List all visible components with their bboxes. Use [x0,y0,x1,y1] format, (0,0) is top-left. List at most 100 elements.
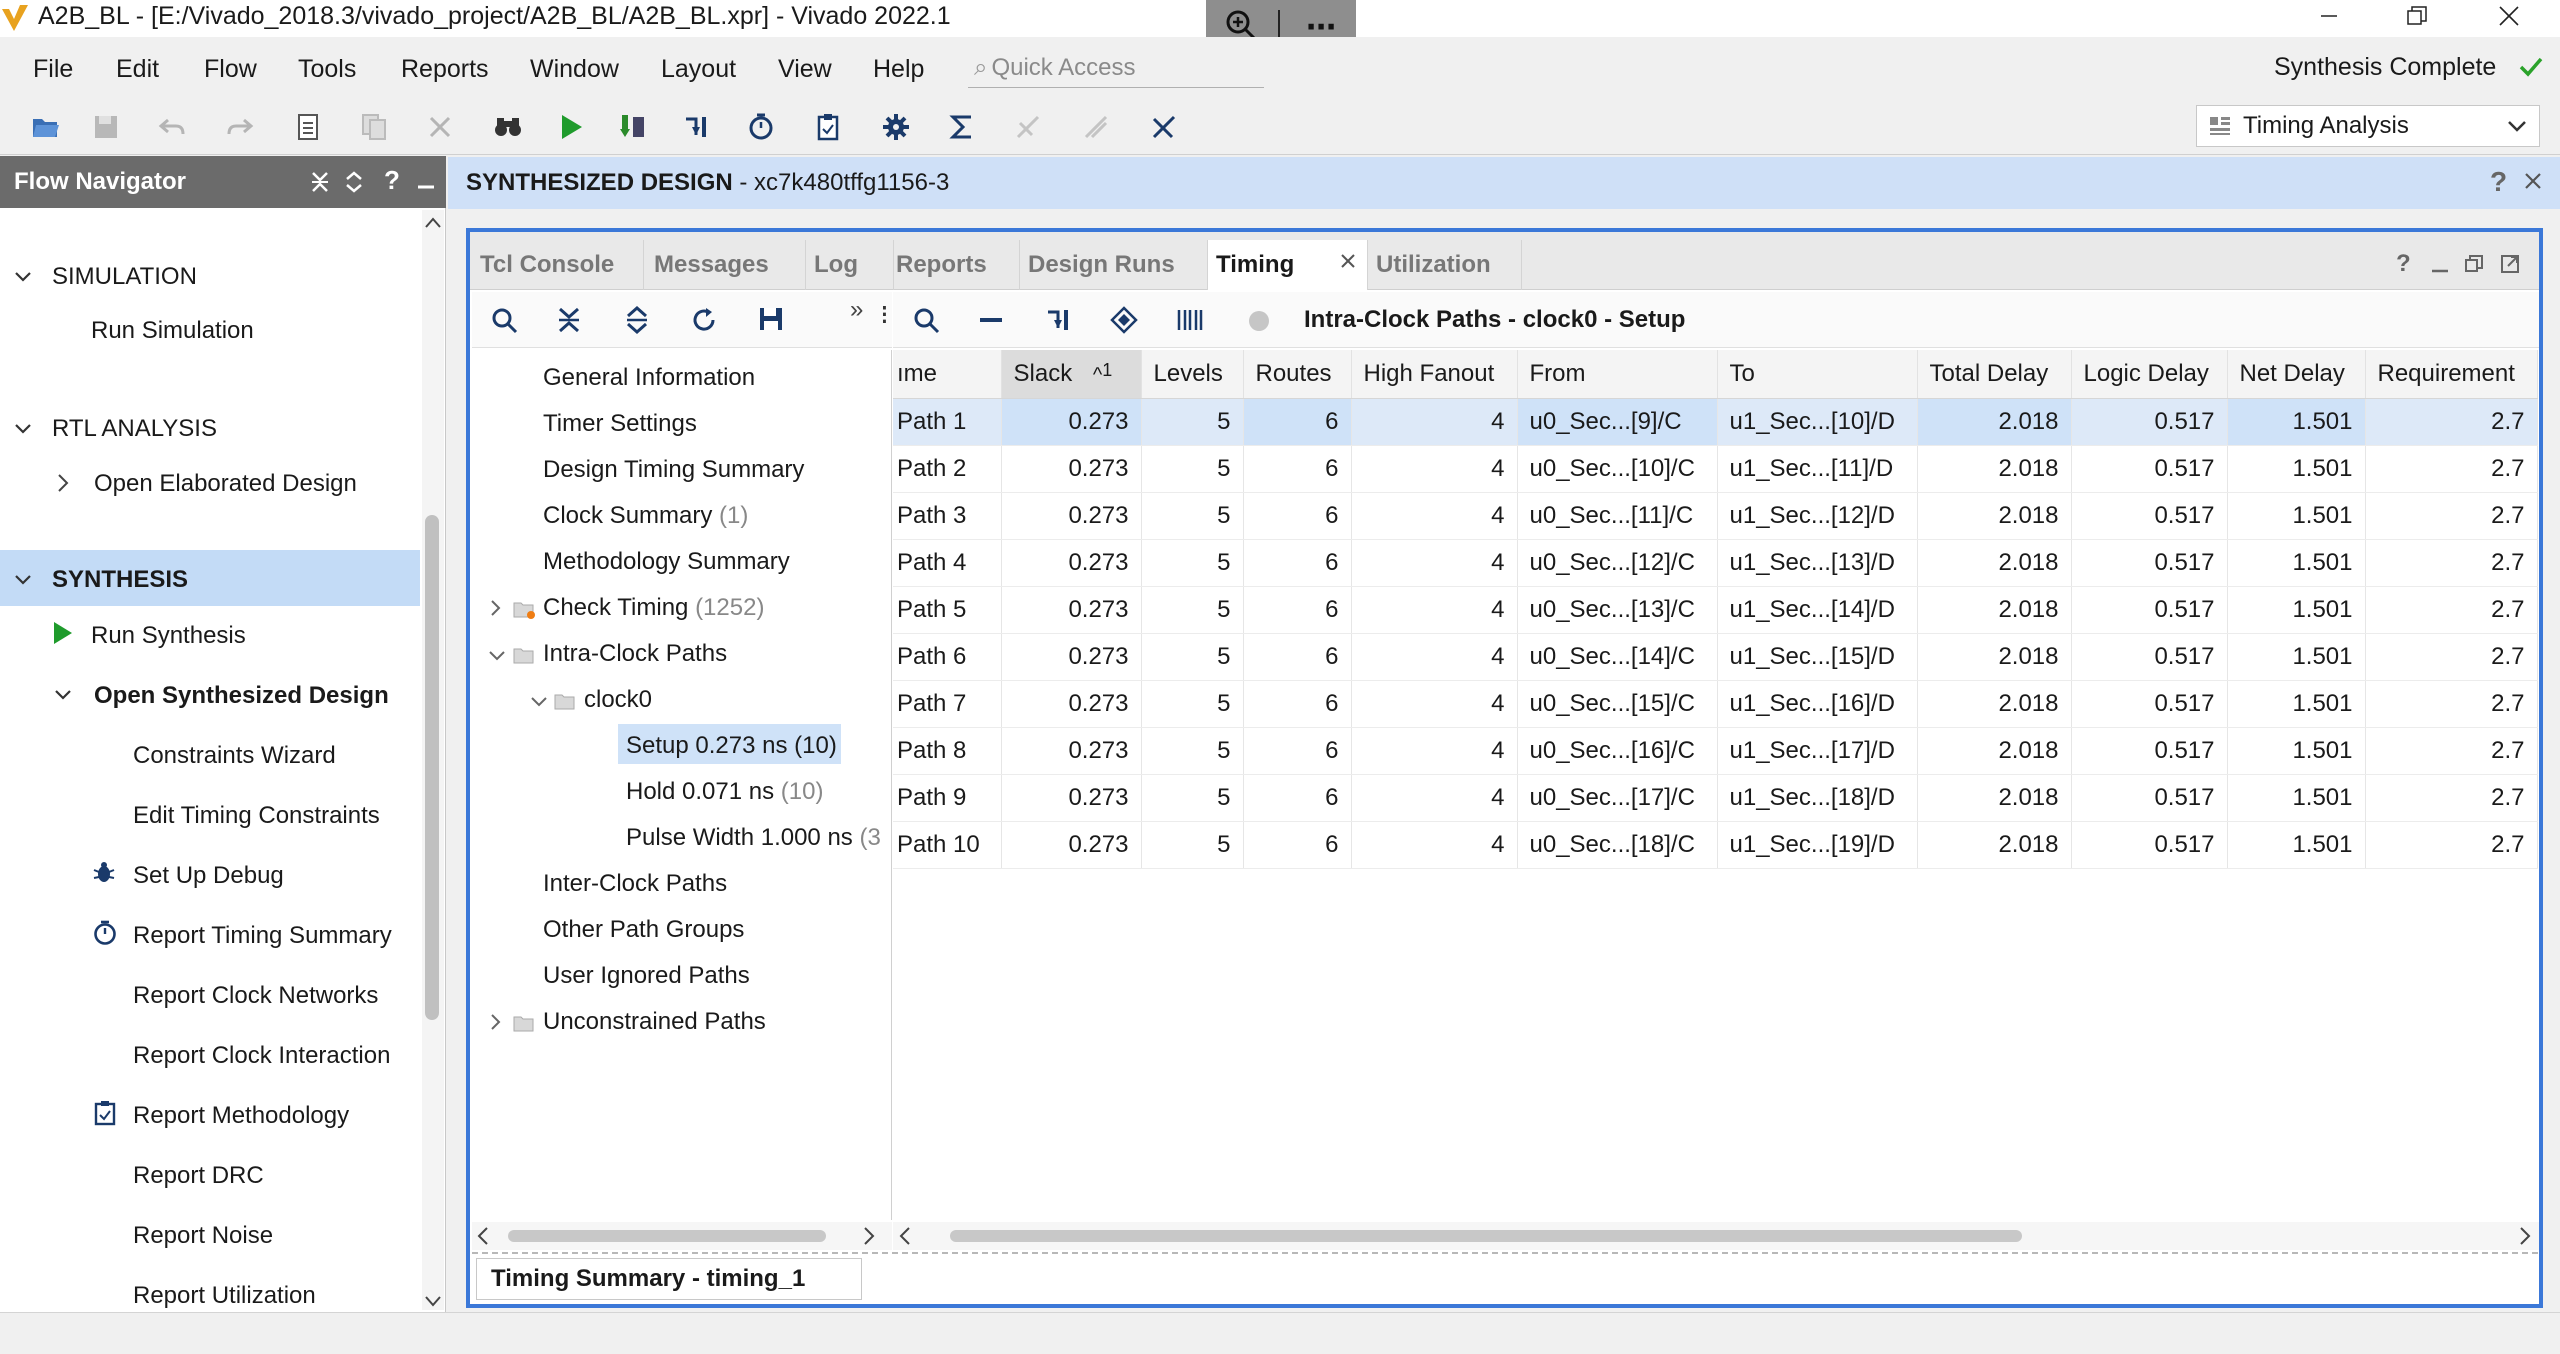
sigma-icon[interactable] [946,111,978,143]
chevron-down-icon[interactable] [488,650,506,662]
tree-design-timing-summary[interactable]: Design Timing Summary [543,456,804,484]
table-row[interactable]: Path 2 0.273 5 6 4 u0_Sec...[10]/C u1_Sec...[1… [893,445,2538,493]
redo-icon[interactable] [224,111,256,143]
tree-user-ignored-paths[interactable]: User Ignored Paths [543,962,750,990]
save-report-icon[interactable] [758,306,784,332]
delete-icon[interactable] [424,111,456,143]
close-tab-icon[interactable] [1340,253,1356,269]
run-icon[interactable] [555,111,587,143]
table-row[interactable]: Path 4 0.273 5 6 4 u0_Sec...[12]/C u1_Sec...[1… [893,539,2538,587]
table-row[interactable]: Path 8 0.273 5 6 4 u0_Sec...[16]/C u1_Sec...[1… [893,727,2538,775]
menu-view[interactable]: View [778,55,832,84]
minimize-icon[interactable] [2430,258,2450,274]
tab-utilization[interactable]: Utilization [1368,240,1522,290]
tree-general-information[interactable]: General Information [543,364,755,392]
disabled-tool-icon-2[interactable] [1080,111,1112,143]
help-icon[interactable]: ? [2490,166,2507,198]
scroll-left-icon[interactable] [898,1226,912,1246]
clipboard-icon[interactable] [812,111,844,143]
col-header-net-delay[interactable]: Net Delay [2227,350,2366,399]
col-header-routes[interactable]: Routes [1243,350,1352,399]
timer-icon[interactable] [745,111,777,143]
open-project-icon[interactable] [30,111,62,143]
search-icon[interactable] [490,306,518,334]
tab-tcl-console[interactable]: Tcl Console [472,240,644,290]
schematic-icon[interactable] [1110,306,1138,334]
col-header-total-delay[interactable]: Total Delay [1917,350,2072,399]
flow-navigator-scroll-thumb[interactable] [425,515,439,1020]
open-synthesized-design-item[interactable]: Open Synthesized Design [94,682,389,710]
help-icon[interactable]: ? [2396,250,2411,278]
tree-unconstrained-paths[interactable]: Unconstrained Paths [543,1008,766,1036]
table-scroll-thumb[interactable] [950,1230,2022,1242]
scroll-left-icon[interactable] [476,1226,490,1246]
scroll-right-icon[interactable] [862,1226,876,1246]
search-icon[interactable] [912,306,940,334]
col-header-from[interactable]: From [1517,350,1718,399]
constraints-wizard-item[interactable]: Constraints Wizard [133,742,336,770]
set-up-debug-item[interactable]: Set Up Debug [133,862,284,890]
tree-check-timing[interactable]: Check Timing (1252) [543,594,764,622]
settings-gear-icon[interactable] [880,111,912,143]
menu-tools[interactable]: Tools [298,55,356,84]
debug-cross-icon[interactable] [1148,111,1180,143]
menu-layout[interactable]: Layout [661,55,736,84]
tab-messages[interactable]: Messages [646,240,806,290]
tree-hold[interactable]: Hold 0.071 ns (10) [626,778,823,806]
section-rtl-analysis[interactable]: RTL ANALYSIS [14,415,217,443]
save-icon[interactable] [90,111,122,143]
scroll-right-icon[interactable] [2518,1226,2532,1246]
disabled-tool-icon[interactable] [1012,111,1044,143]
menu-reports[interactable]: Reports [401,55,489,84]
binoculars-icon[interactable] [492,111,524,143]
chevron-down-icon[interactable] [530,696,548,708]
step-icon[interactable] [680,111,712,143]
menu-window[interactable]: Window [530,55,619,84]
col-header-high-fanout[interactable]: High Fanout [1351,350,1518,399]
table-row[interactable]: Path 1 0.273 5 6 4 u0_Sec...[9]/C u1_Sec...[10… [893,398,2538,446]
report-utilization-item[interactable]: Report Utilization [133,1282,316,1310]
report-noise-item[interactable]: Report Noise [133,1222,273,1250]
col-header-to[interactable]: To [1717,350,1918,399]
tree-scroll-thumb[interactable] [508,1230,826,1242]
collapse-all-icon[interactable] [556,306,582,334]
layout-selector[interactable]: Timing Analysis [2196,105,2540,147]
step-icon[interactable] [1044,306,1072,334]
chevron-right-icon[interactable] [56,473,70,493]
section-synthesis[interactable]: SYNTHESIS [14,566,188,594]
timing-summary-tab[interactable]: Timing Summary - timing_1 [476,1258,862,1300]
report-timing-summary-item[interactable]: Report Timing Summary [133,922,392,950]
col-header-requirement[interactable]: Requirement [2365,350,2538,399]
copy-icon[interactable] [358,111,390,143]
report-clock-networks-item[interactable]: Report Clock Networks [133,982,378,1010]
collapse-icon[interactable] [978,306,1004,334]
expand-all-icon[interactable] [624,306,650,334]
menu-flow[interactable]: Flow [204,55,257,84]
table-row[interactable]: Path 9 0.273 5 6 4 u0_Sec...[17]/C u1_Sec...[1… [893,774,2538,822]
open-elaborated-design-item[interactable]: Open Elaborated Design [94,470,357,498]
tree-other-path-groups[interactable]: Other Path Groups [543,916,744,944]
col-header-logic-delay[interactable]: Logic Delay [2071,350,2228,399]
tab-reports[interactable]: Reports [888,240,1020,290]
run-synthesis-item[interactable]: Run Synthesis [91,622,246,650]
report-clock-interaction-item[interactable]: Report Clock Interaction [133,1042,390,1070]
restore-icon[interactable] [2464,254,2484,274]
restore-button[interactable] [2386,0,2448,32]
tree-clock-summary[interactable]: Clock Summary (1) [543,502,748,530]
tab-design-runs[interactable]: Design Runs [1020,240,1208,290]
program-device-icon[interactable] [616,111,648,143]
menu-edit[interactable]: Edit [116,55,159,84]
report-drc-item[interactable]: Report DRC [133,1162,264,1190]
undo-icon[interactable] [156,111,188,143]
tree-pulse-width[interactable]: Pulse Width 1.000 ns (3 [626,824,890,852]
tree-timer-settings[interactable]: Timer Settings [543,410,697,438]
float-icon[interactable] [2500,254,2520,274]
quick-access-search[interactable]: ⌕ Quick Access [968,48,1264,88]
close-icon[interactable] [2524,172,2542,190]
edit-timing-constraints-item[interactable]: Edit Timing Constraints [133,802,380,830]
help-icon[interactable]: ? [378,165,406,195]
waveform-icon[interactable] [1176,306,1204,334]
chevron-down-icon[interactable] [54,688,72,702]
document-icon[interactable] [292,111,324,143]
table-row[interactable]: Path 6 0.273 5 6 4 u0_Sec...[14]/C u1_Sec...[1… [893,633,2538,681]
